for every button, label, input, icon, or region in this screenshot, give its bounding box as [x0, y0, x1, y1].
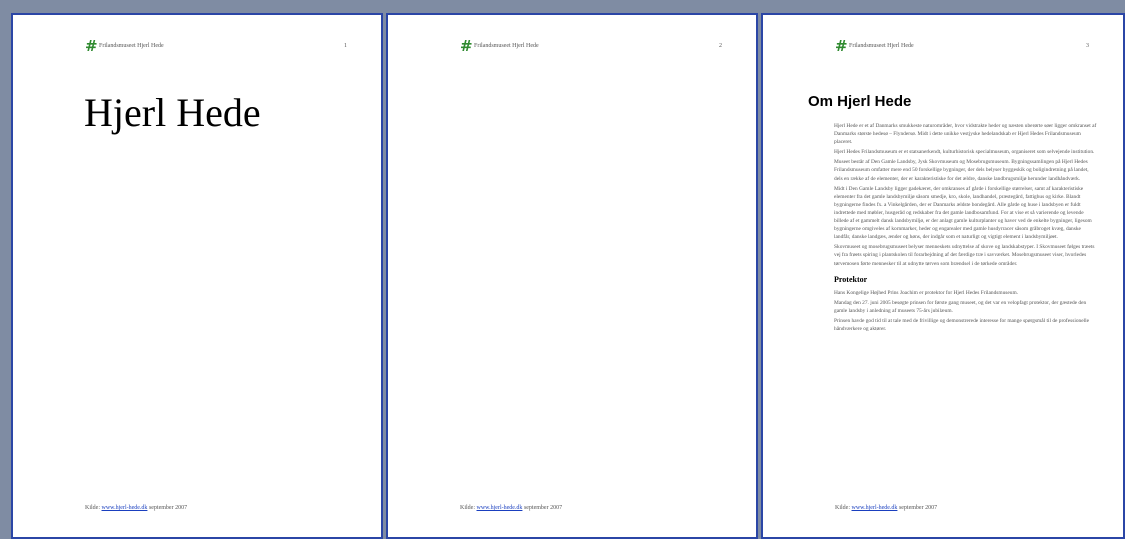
footer-prefix: Kilde:	[460, 505, 475, 511]
page-number: 1	[344, 43, 347, 49]
footer-date: september 2007	[523, 505, 563, 511]
body-text: Hjerl Hede er et af Danmarks smukkeste n…	[834, 122, 1098, 335]
footer-date: september 2007	[148, 505, 188, 511]
page-2: # Frilandsmuseet Hjerl Hede 2 Kilde: www…	[386, 13, 758, 539]
paragraph: Museet består af Den Gamle Landsby, Jysk…	[834, 159, 1089, 182]
subsection-heading: Protektor	[834, 274, 868, 284]
hash-icon: #	[835, 37, 848, 55]
footer-link[interactable]: www.hjerl-hede.dk	[102, 505, 148, 511]
cover-title: Hjerl Hede	[84, 90, 261, 135]
paragraph: Midt i Den Gamle Landsby ligger gadekære…	[834, 185, 1092, 241]
paragraph: Mandag den 27. juni 2005 besøgte prinsen…	[834, 299, 1087, 314]
page-footer: Kilde: www.hjerl-hede.dk september 2007	[835, 505, 937, 511]
footer-link[interactable]: www.hjerl-hede.dk	[477, 505, 523, 511]
page-header-title: Frilandsmuseet Hjerl Hede	[474, 43, 539, 49]
page-header-title: Frilandsmuseet Hjerl Hede	[99, 43, 164, 49]
footer-prefix: Kilde:	[85, 505, 100, 511]
paragraph: Prinsen havde god tid til at tale med de…	[834, 317, 1089, 332]
footer-link[interactable]: www.hjerl-hede.dk	[852, 505, 898, 511]
page-footer: Kilde: www.hjerl-hede.dk september 2007	[85, 505, 187, 511]
paragraph: Skovmuseet og mosebrugsmuseet belyser me…	[834, 244, 1095, 267]
paragraph: Hjerl Hede er et af Danmarks smukkeste n…	[834, 123, 1097, 146]
page-3: # Frilandsmuseet Hjerl Hede 3 Om Hjerl H…	[761, 13, 1125, 539]
page-number: 2	[719, 43, 722, 49]
footer-date: september 2007	[898, 505, 938, 511]
hash-icon: #	[460, 37, 473, 55]
section-heading: Om Hjerl Hede	[808, 93, 912, 110]
paragraph: Hans Kongelige Højhed Prins Joachim er p…	[834, 289, 1018, 296]
footer-prefix: Kilde:	[835, 505, 850, 511]
hash-icon: #	[85, 37, 98, 55]
page-number: 3	[1086, 43, 1089, 49]
paragraph: Hjerl Hedes Frilandsmuseum er et statsan…	[834, 149, 1095, 156]
page-footer: Kilde: www.hjerl-hede.dk september 2007	[460, 505, 562, 511]
page-header-title: Frilandsmuseet Hjerl Hede	[849, 43, 914, 49]
page-1: # Frilandsmuseet Hjerl Hede 1 Hjerl Hede…	[11, 13, 383, 539]
